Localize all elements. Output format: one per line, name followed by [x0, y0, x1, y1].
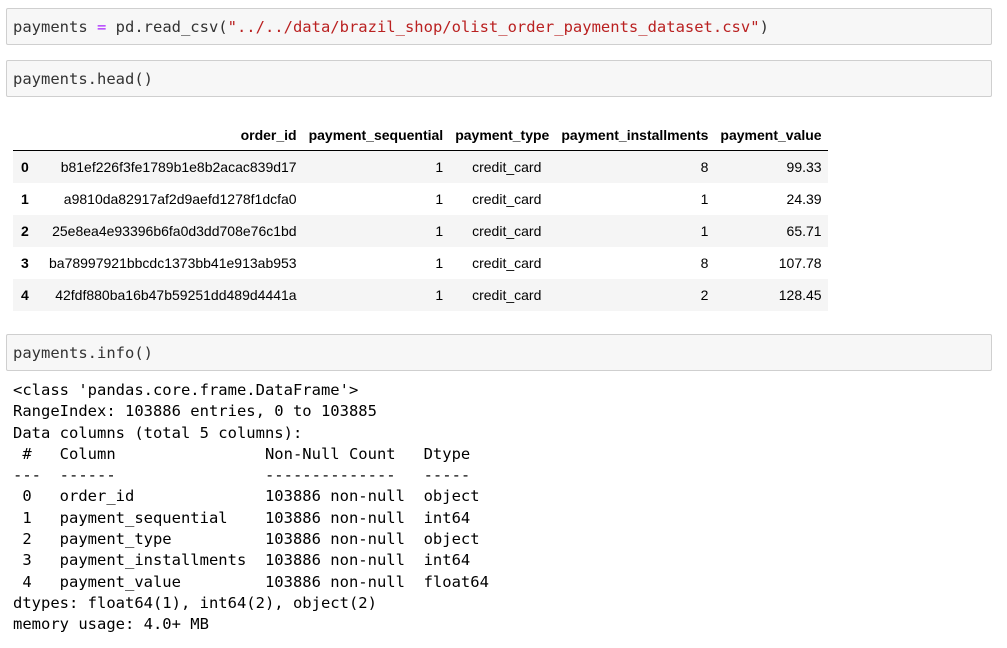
cell-payment-sequential: 1 [435, 287, 444, 303]
cell-payment-type: credit_card [472, 255, 542, 271]
output-line: 4 payment_value 103886 non-null float64 [13, 572, 489, 591]
output-line: RangeIndex: 103886 entries, 0 to 103885 [13, 402, 377, 421]
cell-payment-sequential: 1 [435, 223, 444, 239]
table-row: 4 42fdf880ba16b47b59251dd489d4441a 1 cre… [13, 279, 828, 311]
row-index: 2 [21, 223, 29, 239]
dataframe-head-table: order_id payment_sequential payment_type… [13, 120, 828, 311]
cell-payment-type: credit_card [472, 191, 542, 207]
cell-order-id: b81ef226f3fe1789b1e8b2acac839d17 [60, 159, 297, 175]
column-header: payment_value [714, 120, 828, 151]
column-header: payment_installments [555, 120, 715, 151]
table-row: 0 b81ef226f3fe1789b1e8b2acac839d17 1 cre… [13, 150, 828, 183]
code-cell-info[interactable]: payments.info() [6, 334, 992, 371]
cell-payment-type: credit_card [472, 287, 542, 303]
output-line: memory usage: 4.0+ MB [13, 615, 209, 634]
table-row: 2 25e8ea4e93396b6fa0d3dd708e76c1bd 1 cre… [13, 215, 828, 247]
code-var: payments [13, 18, 88, 36]
cell-order-id: a9810da82917af2d9aefd1278f1dcfa0 [63, 191, 297, 207]
cell-order-id: ba78997921bbcdc1373bb41e913ab953 [49, 255, 297, 271]
output-line: --- ------ -------------- ----- [13, 466, 489, 485]
cell-payment-installments: 8 [700, 255, 709, 271]
code-cell-read-csv[interactable]: payments = pd.read_csv("../../data/brazi… [6, 8, 992, 45]
output-line: 3 payment_installments 103886 non-null i… [13, 551, 489, 570]
row-index: 0 [21, 159, 29, 175]
column-header: payment_type [449, 120, 556, 151]
cell-payment-installments: 2 [700, 287, 709, 303]
output-line: dtypes: float64(1), int64(2), object(2) [13, 593, 377, 612]
cell-payment-sequential: 1 [435, 255, 444, 271]
output-line: 2 payment_type 103886 non-null object [13, 530, 489, 549]
cell-payment-installments: 8 [700, 159, 709, 175]
cell-payment-value: 128.45 [778, 287, 822, 303]
index-header [13, 120, 43, 151]
cell-payment-value: 65.71 [786, 223, 822, 239]
cell-payment-installments: 1 [700, 191, 709, 207]
column-header: payment_sequential [302, 120, 450, 151]
row-index: 3 [21, 255, 29, 271]
row-index: 1 [21, 191, 29, 207]
cell-payment-sequential: 1 [435, 191, 444, 207]
code-operator: = [87, 18, 116, 36]
output-line: 1 payment_sequential 103886 non-null int… [13, 508, 489, 527]
info-output: <class 'pandas.core.frame.DataFrame'> Ra… [13, 380, 489, 636]
code-call: pd.read_csv( [115, 18, 228, 36]
table-header-row: order_id payment_sequential payment_type… [13, 120, 828, 151]
cell-payment-value: 99.33 [786, 159, 822, 175]
output-line: # Column Non-Null Count Dtype [13, 444, 489, 463]
code-cell-head[interactable]: payments.head() [6, 60, 992, 97]
cell-order-id: 42fdf880ba16b47b59251dd489d4441a [55, 287, 297, 303]
cell-payment-value: 24.39 [786, 191, 822, 207]
table-row: 1 a9810da82917af2d9aefd1278f1dcfa0 1 cre… [13, 183, 828, 215]
cell-payment-type: credit_card [472, 159, 542, 175]
code-string: "../../data/brazil_shop/olist_order_paym… [227, 18, 760, 36]
cell-payment-type: credit_card [472, 223, 542, 239]
output-line: <class 'pandas.core.frame.DataFrame'> [13, 381, 359, 399]
output-line: 0 order_id 103886 non-null object [13, 487, 489, 506]
table-row: 3 ba78997921bbcdc1373bb41e913ab953 1 cre… [13, 247, 828, 279]
cell-order-id: 25e8ea4e93396b6fa0d3dd708e76c1bd [52, 223, 297, 239]
row-index: 4 [21, 287, 29, 303]
cell-payment-installments: 1 [700, 223, 709, 239]
column-header: order_id [43, 120, 303, 151]
cell-payment-sequential: 1 [435, 159, 444, 175]
cell-payment-value: 107.78 [778, 255, 822, 271]
code-text: payments.head() [13, 70, 153, 88]
output-line: Data columns (total 5 columns): [13, 423, 303, 442]
code-text: payments.info() [13, 344, 153, 362]
code-close-paren: ) [759, 18, 769, 36]
